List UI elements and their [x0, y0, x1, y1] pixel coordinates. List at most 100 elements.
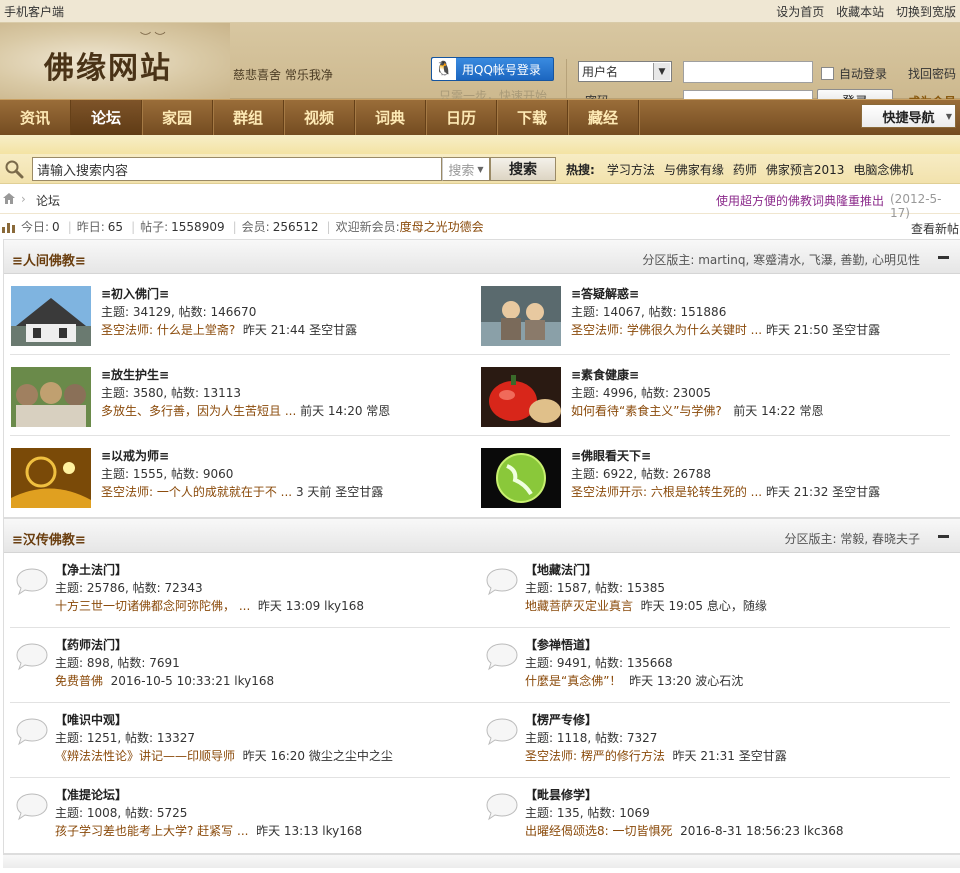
nav-download[interactable]: 下载	[497, 100, 568, 135]
nav-forum[interactable]: 论坛	[71, 100, 142, 135]
set-homepage-link[interactable]: 设为首页	[776, 5, 824, 19]
last-post-title[interactable]: 圣空法师开示: 六根是轮转生死的 ...	[571, 485, 762, 499]
forum-bubble-icon[interactable]	[486, 792, 518, 822]
forum-last-post: 十方三世一切诸佛都念阿弥陀佛， ... 昨天 13:09 lky168	[55, 597, 364, 615]
auto-login-checkbox[interactable]	[821, 67, 834, 80]
nav-video[interactable]: 视频	[284, 100, 355, 135]
last-post-meta[interactable]: 昨天 16:20 微尘之尘中之尘	[243, 749, 393, 763]
forum-thumbnail[interactable]	[11, 448, 91, 508]
forum-bubble-icon[interactable]	[486, 717, 518, 747]
mobile-client-link[interactable]: 手机客户端	[4, 3, 64, 20]
announcement-link[interactable]: 使用超方便的佛教词典隆重推出	[716, 192, 884, 209]
last-post-meta[interactable]: 2016-8-31 18:56:23 lkc368	[680, 824, 843, 838]
last-post-meta[interactable]: 2016-10-5 10:33:21 lky168	[111, 674, 275, 688]
forum-thumbnail[interactable]	[481, 286, 561, 346]
last-post-title[interactable]: 圣空法师: 楞严的修行方法	[525, 749, 665, 763]
last-post-title[interactable]: 免费普佛	[55, 674, 103, 688]
forum-name[interactable]: ≡佛眼看天下≡	[571, 447, 880, 465]
last-post-title[interactable]: 圣空法师: 学佛很久为什么关键时 ...	[571, 323, 762, 337]
forum-name[interactable]: 【净土法门】	[55, 561, 364, 579]
search-type-select[interactable]: 搜索 ▼	[442, 157, 490, 181]
auto-login[interactable]: 自动登录	[821, 65, 887, 82]
last-post-title[interactable]: 出曜经偈颂选8: 一切皆惧死	[525, 824, 673, 838]
last-post-title[interactable]: 圣空法师: 什么是上堂斋?	[101, 323, 235, 337]
last-post-title[interactable]: 多放生、多行善，因为人生苦短且 ...	[101, 404, 296, 418]
forum-bubble-icon[interactable]	[16, 717, 48, 747]
forum-bubble-icon[interactable]	[486, 567, 518, 597]
qq-login-button[interactable]: 🐧 用QQ帐号登录	[431, 57, 554, 81]
collapse-icon[interactable]	[938, 256, 949, 259]
nav-calendar[interactable]: 日历	[426, 100, 497, 135]
last-post-meta[interactable]: 前天 14:20 常恩	[300, 404, 390, 418]
nav-home[interactable]: 家园	[142, 100, 213, 135]
forum-name[interactable]: ≡以戒为师≡	[101, 447, 383, 465]
last-post-meta[interactable]: 昨天 19:05 息心，随缘	[641, 599, 767, 613]
nav-dictionary[interactable]: 词典	[355, 100, 426, 135]
username-input[interactable]	[683, 61, 813, 83]
forum-thumbnail[interactable]	[481, 448, 561, 508]
last-post-meta[interactable]: 昨天 21:44 圣空甘露	[243, 323, 357, 337]
last-post-title[interactable]: 地藏菩萨灭定业真言	[525, 599, 633, 613]
quick-nav-button[interactable]: 快捷导航 ▼	[861, 104, 956, 128]
newest-member-link[interactable]: 度母之光功德会	[400, 218, 484, 235]
forum-name[interactable]: ≡放生护生≡	[101, 366, 390, 384]
last-post-meta[interactable]: 昨天 13:20 波心石沈	[629, 674, 743, 688]
site-logo[interactable]: ︶ ︶ 佛缘网站	[0, 23, 230, 99]
forum-bubble-icon[interactable]	[16, 642, 48, 672]
forum-bubble-icon[interactable]	[16, 792, 48, 822]
hot-search-item[interactable]: 电脑念佛机	[853, 161, 913, 178]
last-post-meta[interactable]: 前天 14:22 常恩	[733, 404, 823, 418]
forum-name[interactable]: ≡素食健康≡	[571, 366, 823, 384]
forum-bubble-icon[interactable]	[16, 567, 48, 597]
last-post-title[interactable]: 什麼是“真念佛”！	[525, 674, 621, 688]
moderators-list[interactable]: 常毅, 春晓夫子	[840, 532, 920, 546]
hot-search-item[interactable]: 药师	[733, 161, 757, 178]
moderators-list[interactable]: martinq, 寒蹙清水, 飞瀑, 善勤, 心明见性	[698, 253, 920, 267]
forum-name[interactable]: 【准提论坛】	[55, 786, 362, 804]
forum-last-post: 圣空法师: 什么是上堂斋? 昨天 21:44 圣空甘露	[101, 321, 357, 339]
forum-counts: 主题: 1251, 帖数: 13327	[55, 731, 196, 745]
last-post-meta[interactable]: 昨天 13:13 lky168	[256, 824, 362, 838]
forum-name[interactable]: ≡初入佛门≡	[101, 285, 357, 303]
last-post-meta[interactable]: 昨天 13:09 lky168	[258, 599, 364, 613]
last-post-title[interactable]: 圣空法师: 一个人的成就就在于不 ...	[101, 485, 292, 499]
search-button[interactable]: 搜索	[490, 157, 556, 181]
last-post-title[interactable]: 十方三世一切诸佛都念阿弥陀佛， ...	[55, 599, 250, 613]
forum-name[interactable]: 【楞严专修】	[525, 711, 787, 729]
last-post-meta[interactable]: 3 天前 圣空甘露	[296, 485, 383, 499]
last-post-title[interactable]: 《辨法法性论》讲记——印顺导师	[55, 749, 235, 763]
hot-search-item[interactable]: 与佛家有缘	[664, 161, 724, 178]
category-title[interactable]: ≡汉传佛教≡	[12, 529, 86, 548]
collapse-icon[interactable]	[938, 535, 949, 538]
forum-thumbnail[interactable]	[11, 286, 91, 346]
forum-name[interactable]: 【毗昙修学】	[525, 786, 844, 804]
last-post-title[interactable]: 孩子学习差也能考上大学? 赶紧写 ...	[55, 824, 248, 838]
forum-counts: 主题: 135, 帖数: 1069	[525, 806, 650, 820]
last-post-meta[interactable]: 昨天 21:31 圣空甘露	[673, 749, 787, 763]
nav-groups[interactable]: 群组	[213, 100, 284, 135]
forum-name[interactable]: 【地藏法门】	[525, 561, 767, 579]
forum-name[interactable]: 【药师法门】	[55, 636, 274, 654]
nav-sutras[interactable]: 藏经	[568, 100, 639, 135]
last-post-meta[interactable]: 昨天 21:32 圣空甘露	[766, 485, 880, 499]
forum-name[interactable]: 【参禅悟道】	[525, 636, 743, 654]
last-post-meta[interactable]: 昨天 21:50 圣空甘露	[766, 323, 880, 337]
last-post-title[interactable]: 如何看待“素食主义”与学佛?	[571, 404, 722, 418]
forum-thumbnail[interactable]	[11, 367, 91, 427]
hot-search-item[interactable]: 佛家预言2013	[766, 161, 845, 178]
view-new-posts-link[interactable]: 查看新帖	[911, 220, 959, 237]
login-type-select[interactable]: 用户名 ▼	[578, 61, 672, 82]
forum-thumbnail[interactable]	[481, 367, 561, 427]
search-input[interactable]: 请输入搜索内容	[32, 157, 442, 181]
nav-news[interactable]: 资讯	[0, 100, 71, 135]
wide-version-link[interactable]: 切换到宽版	[896, 5, 956, 19]
find-password-link[interactable]: 找回密码	[908, 65, 956, 82]
home-icon[interactable]	[3, 193, 15, 204]
hot-search-item[interactable]: 学习方法	[607, 161, 655, 178]
forum-bubble-icon[interactable]	[486, 642, 518, 672]
breadcrumb-current[interactable]: 论坛	[36, 192, 60, 209]
forum-name[interactable]: 【唯识中观】	[55, 711, 393, 729]
bookmark-link[interactable]: 收藏本站	[836, 5, 884, 19]
category-title[interactable]: ≡人间佛教≡	[12, 250, 86, 269]
forum-name[interactable]: ≡答疑解惑≡	[571, 285, 880, 303]
